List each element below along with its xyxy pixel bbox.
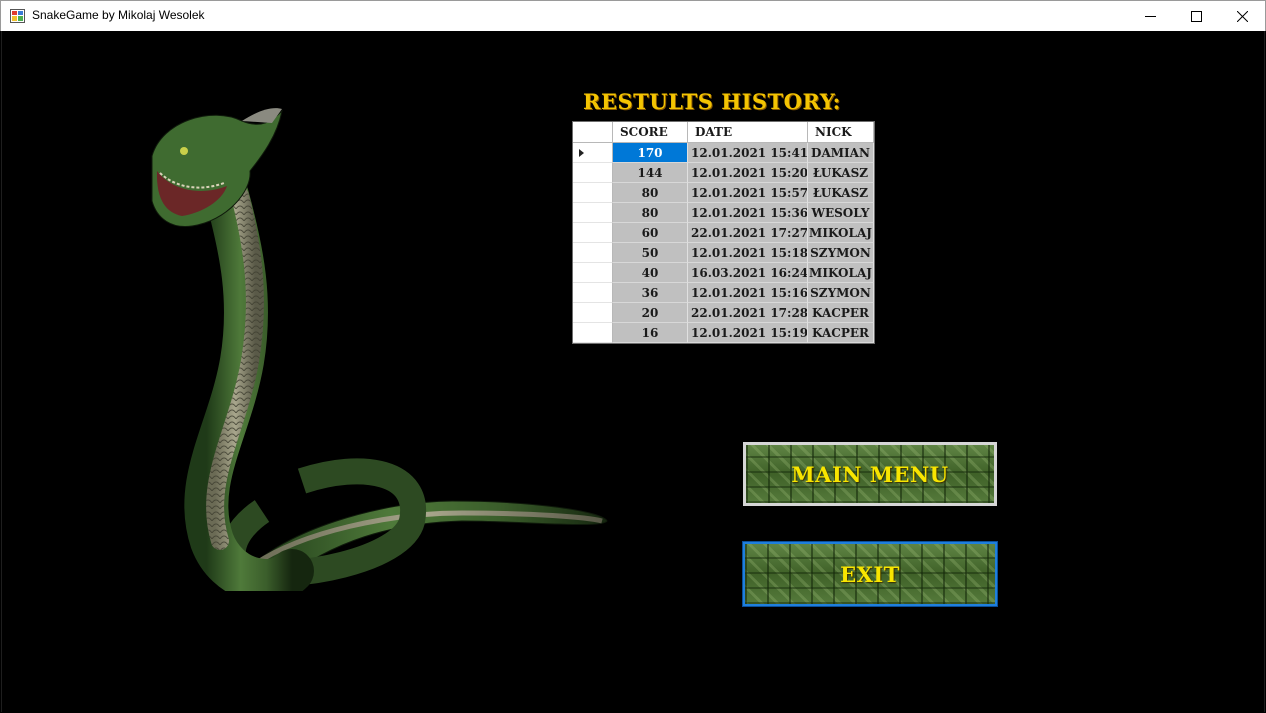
cell-nick[interactable]: MIKOLAJ: [808, 263, 874, 283]
cell-date[interactable]: 22.01.2021 17:28: [688, 303, 808, 323]
cell-score[interactable]: 144: [613, 163, 688, 183]
cell-date[interactable]: 16.03.2021 16:24: [688, 263, 808, 283]
history-title: Restults History:: [583, 89, 841, 114]
cell-score[interactable]: 20: [613, 303, 688, 323]
maximize-icon: [1190, 10, 1202, 22]
cell-score[interactable]: 40: [613, 263, 688, 283]
table-row[interactable]: 16 12.01.2021 15:19 KACPER: [573, 323, 874, 343]
title-bar[interactable]: SnakeGame by Mikolaj Wesolek: [0, 0, 1266, 31]
cell-date[interactable]: 12.01.2021 15:36: [688, 203, 808, 223]
row-selector[interactable]: [573, 163, 613, 183]
cell-date[interactable]: 12.01.2021 15:41: [688, 143, 808, 163]
row-selector[interactable]: [573, 243, 613, 263]
main-menu-label: Main Menu: [791, 461, 949, 487]
exit-button[interactable]: Exit: [742, 541, 998, 607]
current-row-arrow-icon: [579, 149, 584, 157]
row-selector[interactable]: [573, 143, 613, 163]
cell-nick[interactable]: DAMIAN: [808, 143, 874, 163]
cell-score[interactable]: 170: [613, 143, 688, 163]
cell-nick[interactable]: SZYMON: [808, 243, 874, 263]
snake-illustration: [151, 108, 608, 591]
cell-date[interactable]: 22.01.2021 17:27: [688, 223, 808, 243]
cell-date[interactable]: 12.01.2021 15:57: [688, 183, 808, 203]
cell-date[interactable]: 12.01.2021 15:18: [688, 243, 808, 263]
exit-label: Exit: [840, 561, 900, 587]
grid-header-row: Score Date Nick: [573, 122, 874, 143]
column-header-score[interactable]: Score: [613, 122, 688, 143]
cell-nick[interactable]: KACPER: [808, 323, 874, 343]
table-row[interactable]: 144 12.01.2021 15:20 ŁUKASZ: [573, 163, 874, 183]
cell-score[interactable]: 50: [613, 243, 688, 263]
table-row[interactable]: 20 22.01.2021 17:28 KACPER: [573, 303, 874, 323]
cell-date[interactable]: 12.01.2021 15:19: [688, 323, 808, 343]
row-selector[interactable]: [573, 303, 613, 323]
results-history-grid[interactable]: Score Date Nick 170 12.01.2021 15:41 DAM…: [572, 121, 875, 344]
cell-date[interactable]: 12.01.2021 15:20: [688, 163, 808, 183]
table-row[interactable]: 36 12.01.2021 15:16 SZYMON: [573, 283, 874, 303]
cell-score[interactable]: 16: [613, 323, 688, 343]
maximize-button[interactable]: [1173, 1, 1219, 31]
row-selector[interactable]: [573, 223, 613, 243]
window-title: SnakeGame by Mikolaj Wesolek: [32, 8, 205, 22]
row-selector[interactable]: [573, 323, 613, 343]
close-button[interactable]: [1219, 1, 1265, 31]
cell-score[interactable]: 60: [613, 223, 688, 243]
cell-nick[interactable]: WESOLY: [808, 203, 874, 223]
table-row[interactable]: 50 12.01.2021 15:18 SZYMON: [573, 243, 874, 263]
cell-nick[interactable]: ŁUKASZ: [808, 183, 874, 203]
cell-score[interactable]: 36: [613, 283, 688, 303]
cell-nick[interactable]: SZYMON: [808, 283, 874, 303]
table-row[interactable]: 170 12.01.2021 15:41 DAMIAN: [573, 143, 874, 163]
cell-score[interactable]: 80: [613, 183, 688, 203]
cell-nick[interactable]: KACPER: [808, 303, 874, 323]
column-header-date[interactable]: Date: [688, 122, 808, 143]
table-row[interactable]: 80 12.01.2021 15:57 ŁUKASZ: [573, 183, 874, 203]
game-window-client: Restults History: Score Date Nick 170 12…: [1, 31, 1265, 712]
cell-score[interactable]: 80: [613, 203, 688, 223]
minimize-icon: [1144, 15, 1156, 17]
row-header-corner[interactable]: [573, 122, 613, 143]
table-row[interactable]: 40 16.03.2021 16:24 MIKOLAJ: [573, 263, 874, 283]
row-selector[interactable]: [573, 203, 613, 223]
close-icon: [1236, 10, 1248, 22]
cell-date[interactable]: 12.01.2021 15:16: [688, 283, 808, 303]
row-selector[interactable]: [573, 183, 613, 203]
cell-nick[interactable]: ŁUKASZ: [808, 163, 874, 183]
minimize-button[interactable]: [1127, 1, 1173, 31]
app-icon: [10, 9, 25, 23]
table-row[interactable]: 80 12.01.2021 15:36 WESOLY: [573, 203, 874, 223]
row-selector[interactable]: [573, 283, 613, 303]
cell-nick[interactable]: MIKOLAJ: [808, 223, 874, 243]
row-selector[interactable]: [573, 263, 613, 283]
main-menu-button[interactable]: Main Menu: [743, 442, 997, 506]
table-row[interactable]: 60 22.01.2021 17:27 MIKOLAJ: [573, 223, 874, 243]
column-header-nick[interactable]: Nick: [808, 122, 874, 143]
